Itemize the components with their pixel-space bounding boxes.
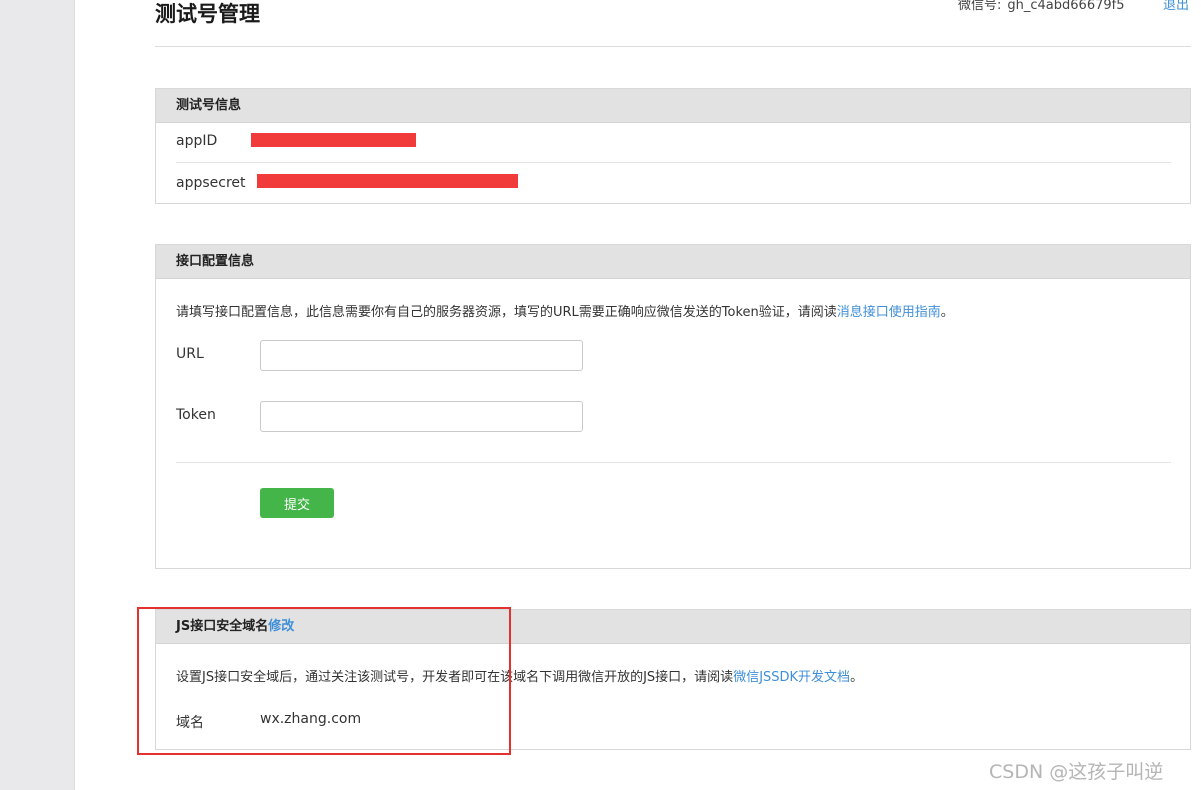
form-divider (176, 462, 1171, 463)
config-description: 请填写接口配置信息，此信息需要你有自己的服务器资源，填写的URL需要正确响应微信… (176, 301, 954, 320)
js-domain-description: 设置JS接口安全域后，通过关注该测试号，开发者即可在该域名下调用微信开放的JS接… (176, 666, 863, 685)
account-info: 微信号: gh_c4abd66679f5 (958, 0, 1124, 13)
left-sidebar (0, 0, 75, 790)
interface-config-panel: 接口配置信息 请填写接口配置信息，此信息需要你有自己的服务器资源，填写的URL需… (155, 244, 1191, 569)
js-domain-title: JS接口安全域名 (176, 619, 269, 634)
domain-label: 域名 (176, 715, 204, 731)
account-id: gh_c4abd66679f5 (1007, 0, 1125, 13)
account-label: 微信号: (958, 0, 1002, 13)
jssdk-doc-link[interactable]: 微信JSSDK开发文档 (733, 670, 850, 685)
appid-label: appID (176, 133, 218, 149)
panel-title: JS接口安全域名修改 (156, 610, 1190, 644)
page-title: 测试号管理 (155, 2, 260, 26)
js-domain-description-text: 设置JS接口安全域后，通过关注该测试号，开发者即可在该域名下调用微信开放的JS接… (176, 670, 734, 685)
logout-link[interactable]: 退出 (1163, 0, 1189, 13)
watermark: CSDN @这孩子叫逆 (989, 761, 1164, 783)
title-divider (155, 46, 1191, 47)
url-input[interactable] (260, 340, 583, 371)
js-domain-description-end: 。 (850, 670, 864, 685)
submit-button[interactable]: 提交 (260, 488, 334, 518)
token-label: Token (176, 407, 216, 423)
js-domain-panel: JS接口安全域名修改 设置JS接口安全域后，通过关注该测试号，开发者即可在该域名… (155, 609, 1191, 750)
appsecret-value-redacted (257, 174, 518, 188)
test-account-panel: 测试号信息 appID appsecret (155, 88, 1191, 204)
domain-value: wx.zhang.com (260, 711, 362, 727)
row-divider (176, 162, 1171, 163)
appsecret-label: appsecret (176, 175, 246, 191)
panel-title: 测试号信息 (156, 89, 1190, 123)
edit-domain-link[interactable]: 修改 (268, 619, 294, 634)
appid-value-redacted (251, 133, 416, 147)
message-guide-link[interactable]: 消息接口使用指南 (837, 305, 941, 320)
config-description-text: 请填写接口配置信息，此信息需要你有自己的服务器资源，填写的URL需要正确响应微信… (176, 305, 837, 320)
token-input[interactable] (260, 401, 583, 432)
url-label: URL (176, 346, 204, 362)
panel-title: 接口配置信息 (156, 245, 1190, 279)
config-description-end: 。 (940, 305, 954, 320)
